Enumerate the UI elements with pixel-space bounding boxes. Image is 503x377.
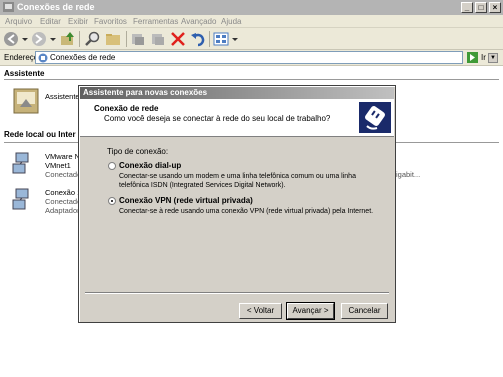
- go-arrow-icon: [467, 52, 478, 63]
- minimize-button[interactable]: _: [461, 2, 473, 13]
- menu-ajuda[interactable]: Ajuda: [221, 17, 241, 26]
- search-icon[interactable]: [84, 31, 102, 47]
- dialog-header: Conexão de rede Como você deseja se cone…: [80, 99, 394, 137]
- network-connections-icon: [38, 53, 48, 63]
- next-button[interactable]: Avançar >: [286, 302, 335, 320]
- lan-connection-icon: [12, 188, 29, 210]
- wizard-item[interactable]: Assistente: [12, 86, 80, 122]
- connection-item-lan1[interactable]: Conexão 1 Conectado Adaptador: [12, 188, 82, 220]
- delete-icon[interactable]: [170, 31, 186, 47]
- menu-ferramentas[interactable]: Ferramentas: [133, 17, 178, 26]
- connection-line2: Conectado: [45, 197, 82, 206]
- forward-button[interactable]: [31, 31, 57, 47]
- vpn-radio[interactable]: [108, 197, 116, 205]
- lan-connection-icon: [12, 152, 29, 174]
- dialog-title: Assistente para novas conexões: [83, 88, 208, 97]
- go-label: Ir: [481, 53, 486, 62]
- toolbar-separator: [126, 31, 127, 47]
- address-label: Endereço: [4, 53, 39, 62]
- address-bar: Endereço Conexões de rede ▼ Ir: [0, 50, 503, 66]
- address-value: Conexões de rede: [50, 53, 116, 62]
- connection-status: Conectado: [45, 170, 82, 179]
- window-title: Conexões de rede: [17, 2, 95, 12]
- dialup-radio[interactable]: [108, 162, 116, 170]
- connection-line2: VMnet1: [45, 161, 71, 170]
- network-plug-icon: [359, 102, 391, 133]
- dialog-title-bar: Assistente para novas conexões: [80, 87, 394, 99]
- connection-device-text: igabit...: [396, 170, 421, 179]
- network-connections-icon: [3, 2, 14, 12]
- new-connection-wizard-icon: [13, 88, 39, 114]
- section-header-wizard: Assistente: [4, 69, 45, 78]
- menu-exibir[interactable]: Exibir: [68, 17, 88, 26]
- menu-arquivo[interactable]: Arquivo: [5, 17, 32, 26]
- toolbar-separator: [79, 31, 80, 47]
- dialog-separator: [85, 292, 389, 294]
- dialup-option-title[interactable]: Conexão dial-up: [119, 161, 181, 170]
- maximize-button[interactable]: □: [475, 2, 487, 13]
- menu-avancado[interactable]: Avançado: [181, 17, 216, 26]
- wizard-item-label: Assistente: [45, 92, 80, 101]
- menu-favoritos[interactable]: Favoritos: [94, 17, 127, 26]
- connection-name: Conexão 1: [45, 188, 82, 197]
- connection-status: Adaptador: [45, 206, 80, 215]
- close-button[interactable]: ×: [489, 2, 501, 13]
- dialog-header-title: Conexão de rede: [94, 104, 159, 113]
- dialog-header-subtitle: Como você deseja se conectar à rede do s…: [104, 114, 331, 123]
- toolbar-separator: [209, 31, 210, 47]
- move-to-icon[interactable]: [130, 31, 146, 47]
- vpn-option-title[interactable]: Conexão VPN (rede virtual privada): [119, 196, 253, 205]
- connection-item-vmware[interactable]: VMware Ne VMnet1 Conectado: [12, 152, 84, 184]
- section-divider: [4, 79, 499, 80]
- dialup-option-desc-line2: telefônica ISDN (Integrated Services Dig…: [119, 182, 286, 189]
- vpn-option-desc: Conectar-se à rede usando uma conexão VP…: [119, 208, 374, 215]
- views-icon[interactable]: [213, 31, 239, 47]
- undo-icon[interactable]: [190, 31, 206, 47]
- new-connection-wizard-dialog: Assistente para novas conexões Conexão d…: [78, 85, 396, 323]
- dialup-option-desc-line1: Conectar-se usando um modem e uma linha …: [119, 173, 356, 180]
- go-button[interactable]: Ir: [467, 52, 497, 64]
- connection-type-label: Tipo de conexão:: [107, 147, 169, 156]
- title-bar: Conexões de rede _ □ ×: [0, 0, 503, 15]
- cancel-button[interactable]: Cancelar: [341, 303, 388, 319]
- back-button[interactable]: < Voltar: [239, 303, 282, 319]
- folders-icon[interactable]: [105, 31, 123, 47]
- back-button[interactable]: [3, 31, 29, 47]
- copy-to-icon[interactable]: [150, 31, 166, 47]
- address-field[interactable]: Conexões de rede ▼: [35, 51, 498, 64]
- up-folder-icon[interactable]: [60, 31, 76, 47]
- section-header-lan: Rede local ou Inter: [4, 130, 76, 139]
- menu-editar[interactable]: Editar: [40, 17, 61, 26]
- toolbar: [0, 28, 503, 50]
- menu-bar: Arquivo Editar Exibir Favoritos Ferramen…: [0, 15, 503, 28]
